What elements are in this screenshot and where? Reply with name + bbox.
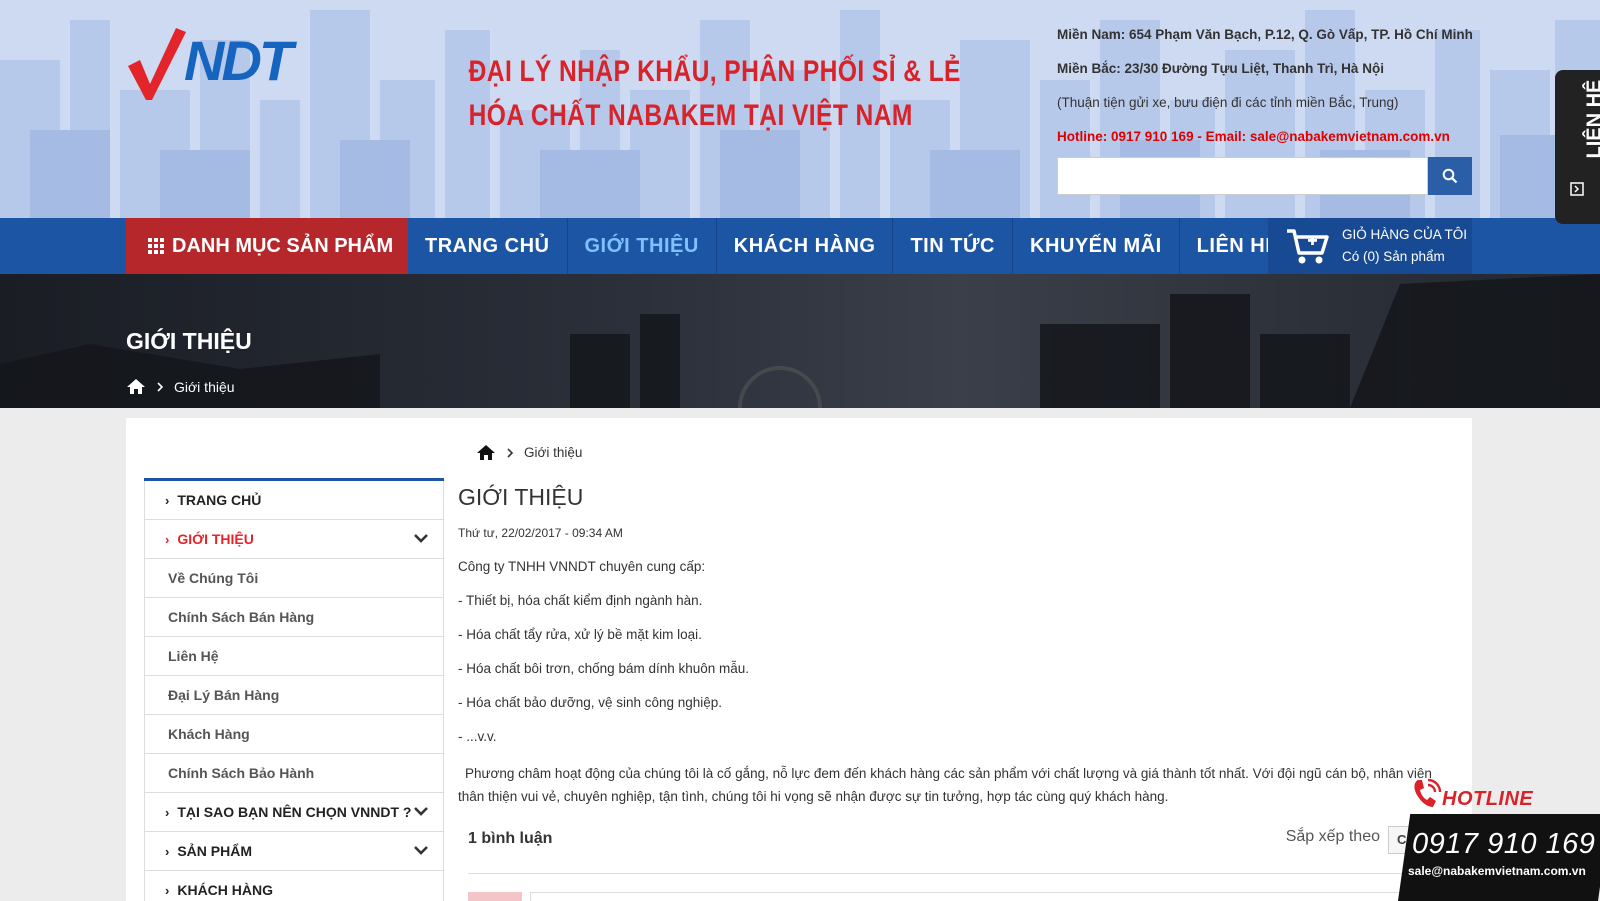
- chevron-right-icon: ›: [165, 531, 170, 547]
- article-paragraph: Phương châm hoạt động của chúng tôi là c…: [458, 766, 1432, 804]
- site-header: NDT ĐẠI LÝ NHẬP KHẨU, PHÂN PHỐI SỈ & LẺ …: [0, 0, 1600, 218]
- chevron-right-icon: ›: [165, 492, 170, 508]
- site-slogan: ĐẠI LÝ NHẬP KHẨU, PHÂN PHỐI SỈ & LẺ HÓA …: [420, 50, 961, 138]
- chevron-down-icon[interactable]: [413, 805, 429, 817]
- sidebar-item-label: Về Chúng Tôi: [168, 570, 259, 586]
- cart-title: GIỎ HÀNG CỦA TÔI: [1342, 227, 1468, 242]
- sidebar-item-about[interactable]: › GIỚI THIỆU: [144, 520, 444, 559]
- hotline-phone[interactable]: 0917 910 169: [1412, 828, 1595, 861]
- article-line: - ...v.v.: [458, 729, 497, 744]
- sidebar-item-home[interactable]: › TRANG CHỦ: [144, 481, 444, 520]
- sidebar-subitem-warranty-policy[interactable]: Chính Sách Bảo Hành: [144, 754, 444, 793]
- nav-item-customers[interactable]: KHÁCH HÀNG: [717, 218, 894, 274]
- search-input[interactable]: [1057, 157, 1428, 195]
- banner-breadcrumb: Giới thiệu: [126, 378, 235, 395]
- search-button[interactable]: [1428, 157, 1472, 195]
- product-category-label: DANH MỤC SẢN PHẨM: [172, 234, 394, 257]
- search-icon: [1442, 168, 1458, 184]
- slogan-line-2: HÓA CHẤT NABAKEM TẠI VIỆT NAM: [468, 99, 913, 132]
- hotline-email[interactable]: Hotline: 0917 910 169 - Email: sale@naba…: [1057, 126, 1487, 160]
- chevron-down-icon[interactable]: [413, 844, 429, 856]
- cart-count: Có (0) Sản phẩm: [1342, 249, 1445, 264]
- logo-text: NDT: [184, 29, 293, 92]
- sort-label: Sắp xếp theo: [1285, 828, 1380, 845]
- sidebar-item-label: KHÁCH HÀNG: [177, 882, 274, 898]
- site-logo[interactable]: NDT: [126, 22, 344, 102]
- cart-button[interactable]: GIỎ HÀNG CỦA TÔI Có (0) Sản phẩm: [1268, 218, 1472, 274]
- shipping-note: (Thuận tiện gửi xe, bưu điện đi các tỉnh…: [1057, 95, 1399, 110]
- sidebar-item-customers[interactable]: › KHÁCH HÀNG: [144, 871, 444, 901]
- comment-box[interactable]: [530, 892, 1435, 901]
- nav-item-promotions[interactable]: KHUYẾN MÃI: [1013, 218, 1180, 274]
- checkmark-logo-icon: [128, 28, 186, 100]
- home-icon[interactable]: [126, 378, 146, 395]
- address-north: Miền Bắc: 23/30 Đường Tựu Liệt, Thanh Tr…: [1057, 61, 1384, 76]
- page-banner: GIỚI THIỆU Giới thiệu: [0, 274, 1600, 408]
- comment-count: 1 bình luận: [468, 830, 553, 847]
- sidebar-item-label: GIỚI THIỆU: [177, 531, 254, 547]
- nav-item-about[interactable]: GIỚI THIỆU: [568, 218, 717, 274]
- article-date: Thứ tư, 22/02/2017 - 09:34 AM: [458, 526, 623, 540]
- article-line: - Hóa chất bôi trơn, chống bám dính khuô…: [458, 661, 750, 676]
- slogan-line-1: ĐẠI LÝ NHẬP KHẨU, PHÂN PHỐI SỈ & LẺ: [468, 55, 961, 88]
- breadcrumb-current: Giới thiệu: [174, 378, 235, 395]
- article-breadcrumb: Giới thiệu: [476, 444, 582, 461]
- sidebar-subitem-dealers[interactable]: Đại Lý Bán Hàng: [144, 676, 444, 715]
- sidebar-subitem-sales-policy[interactable]: Chính Sách Bán Hàng: [144, 598, 444, 637]
- commenter-avatar: [468, 892, 522, 901]
- article-title: GIỚI THIỆU: [458, 484, 584, 510]
- sidebar-item-label: TRANG CHỦ: [177, 492, 262, 508]
- banner-title: GIỚI THIỆU: [126, 328, 252, 354]
- article-line: - Hóa chất tẩy rửa, xử lý bề mặt kim loạ…: [458, 627, 702, 642]
- nav-item-home[interactable]: TRANG CHỦ: [408, 218, 568, 274]
- contact-side-tab[interactable]: LIÊN HỆ: [1555, 70, 1600, 224]
- contact-side-tab-label: LIÊN HỆ: [1583, 79, 1600, 159]
- hotline-title: HOTLINE: [1442, 787, 1534, 810]
- article-line: - Thiết bị, hóa chất kiểm định ngành hàn…: [458, 593, 703, 608]
- collapse-icon: [1570, 182, 1584, 196]
- comments-header: 1 bình luận Sắp xếp theo Cũ nhất: [468, 826, 1448, 874]
- sidebar-item-label: TẠI SAO BẠN NÊN CHỌN VNNDT ?: [177, 804, 412, 820]
- main-nav: DANH MỤC SẢN PHẨM TRANG CHỦ GIỚI THIỆU K…: [0, 218, 1600, 274]
- sidebar-menu: › TRANG CHỦ › GIỚI THIỆU Về Chúng Tôi Ch…: [144, 478, 444, 901]
- article-line: - Hóa chất bảo dưỡng, vệ sinh công nghiệ…: [458, 695, 723, 710]
- shopping-cart-icon: [1287, 229, 1329, 264]
- breadcrumb-current: Giới thiệu: [524, 445, 583, 460]
- address-south: Miền Nam: 654 Phạm Văn Bạch, P.12, Q. Gò…: [1057, 27, 1473, 42]
- sidebar-item-why-vnndt[interactable]: › TẠI SAO BẠN NÊN CHỌN VNNDT ?: [144, 793, 444, 832]
- chevron-down-icon[interactable]: [413, 532, 429, 544]
- hotline-email[interactable]: sale@nabakemvietnam.com.vn: [1408, 864, 1586, 878]
- sidebar-subitem-contact[interactable]: Liên Hệ: [144, 637, 444, 676]
- home-icon[interactable]: [476, 444, 496, 461]
- chevron-right-icon: ›: [165, 804, 170, 820]
- nav-item-news[interactable]: TIN TỨC: [893, 218, 1013, 274]
- grid-menu-icon: [148, 238, 164, 254]
- product-category-button[interactable]: DANH MỤC SẢN PHẨM: [126, 218, 408, 274]
- chevron-right-icon: [507, 447, 514, 458]
- chevron-right-icon: [157, 381, 164, 392]
- sidebar-item-products[interactable]: › SẢN PHẨM: [144, 832, 444, 871]
- nav-menu: TRANG CHỦ GIỚI THIỆU KHÁCH HÀNG TIN TỨC …: [408, 218, 1296, 274]
- hotline-heading: HOTLINE: [1410, 776, 1533, 812]
- sidebar-subitem-about-us[interactable]: Về Chúng Tôi: [144, 559, 444, 598]
- sidebar-item-label: Chính Sách Bảo Hành: [168, 765, 315, 781]
- article-line: Công ty TNHH VNNDT chuyên cung cấp:: [458, 559, 706, 574]
- chevron-right-icon: ›: [165, 843, 170, 859]
- contact-info: Miền Nam: 654 Phạm Văn Bạch, P.12, Q. Gò…: [1057, 24, 1487, 160]
- search-bar: [1057, 157, 1472, 195]
- sidebar-item-label: Chính Sách Bán Hàng: [168, 609, 315, 625]
- chevron-right-icon: ›: [165, 882, 170, 898]
- sidebar-item-label: Liên Hệ: [168, 648, 219, 664]
- article-body: Công ty TNHH VNNDT chuyên cung cấp: - Th…: [458, 558, 1453, 808]
- hotline-widget[interactable]: HOTLINE 0917 910 169 sale@nabakemvietnam…: [1398, 776, 1600, 901]
- phone-icon: [1414, 778, 1442, 807]
- sidebar-item-label: Đại Lý Bán Hàng: [168, 687, 280, 703]
- sidebar-item-label: SẢN PHẨM: [177, 843, 253, 859]
- sidebar-item-label: Khách Hàng: [168, 726, 250, 742]
- sidebar-subitem-customers[interactable]: Khách Hàng: [144, 715, 444, 754]
